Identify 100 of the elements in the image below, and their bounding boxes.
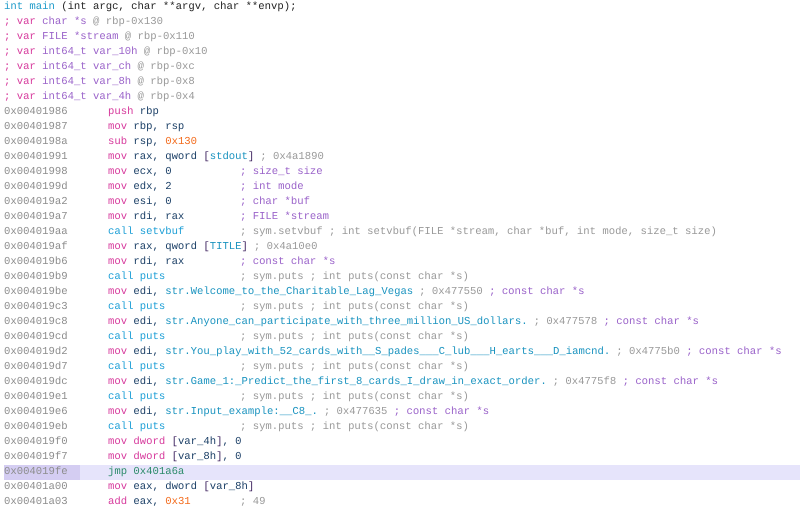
instruction: mov dword [var_8h], 0 [108, 450, 242, 465]
code-comment: ; const char *s [240, 255, 336, 270]
listing-row[interactable]: 0x004019a2 mov esi, 0 ; char *buf [4, 195, 800, 210]
address: 0x004019d2 [4, 345, 69, 360]
address: 0x00401a03 [4, 495, 69, 506]
instruction: mov edi, str.Input_example:__C8_. [108, 405, 318, 420]
listing-row[interactable]: 0x004019a7 mov rdi, rax ; FILE *stream [4, 210, 800, 225]
listing-row[interactable]: 0x004019f0 mov dword [var_4h], 0 [4, 435, 800, 450]
instruction: mov rdi, rax [108, 210, 186, 225]
instruction: call puts [108, 420, 166, 435]
code-comment: ; 49 [240, 495, 266, 506]
code-comment: ; char *buf [240, 195, 310, 210]
instruction: call puts [108, 300, 166, 315]
instruction: call puts [108, 270, 166, 285]
listing-row[interactable]: 0x004019b6 mov rdi, rax ; const char *s [4, 255, 800, 270]
code-comment: ; 0x4775f8 ; const char *s [552, 375, 718, 390]
variable-comment: ; var int64_t var_ch @ rbp-0xc [4, 60, 196, 75]
listing-row[interactable]: 0x004019d2 mov edi, str.You_play_with_52_cards_with__S_pades___C_lub___H_earts___D_iamcnd. ; 0x4775b0 ; const char *s [4, 345, 800, 360]
address: 0x00401a00 [4, 480, 69, 495]
listing-row[interactable]: 0x004019e6 mov edi, str.Input_example:__C8_. ; 0x477635 ; const char *s [4, 405, 800, 420]
listing-row[interactable]: 0x0040198a sub rsp, 0x130 [4, 135, 800, 150]
listing-row[interactable]: 0x0040199d mov edx, 2 ; int mode [4, 180, 800, 195]
instruction: mov dword [var_4h], 0 [108, 435, 242, 450]
instruction: mov edx, 2 [108, 180, 173, 195]
address: 0x004019b9 [4, 270, 69, 285]
address: 0x0040198a [4, 135, 69, 150]
address: 0x004019c3 [4, 300, 69, 315]
address: 0x00401991 [4, 150, 69, 165]
instruction: mov rbp, rsp [108, 120, 186, 135]
listing-row[interactable]: 0x004019dc mov edi, str.Game_1:_Predict_the_first_8_cards_I_draw_in_exact_order. ; 0x4775f8 ; const char *s [4, 375, 800, 390]
variable-comment: ; var int64_t var_4h @ rbp-0x4 [4, 90, 196, 105]
address: 0x004019c8 [4, 315, 69, 330]
code-comment: ; sym.puts ; int puts(const char *s) [240, 270, 469, 285]
instruction: mov esi, 0 [108, 195, 173, 210]
instruction: call puts [108, 330, 166, 345]
variable-comment: ; var char *s @ rbp-0x130 [4, 15, 164, 30]
code-comment: ; 0x477578 ; const char *s [534, 315, 699, 330]
variable-comment: ; var int64_t var_8h @ rbp-0x8 [4, 75, 196, 90]
address: 0x004019a7 [4, 210, 69, 225]
code-comment: ; sym.puts ; int puts(const char *s) [240, 300, 469, 315]
listing-row[interactable]: 0x00401986 push rbp [4, 105, 800, 120]
variable-comment: ; var int64_t var_10h @ rbp-0x10 [4, 45, 208, 60]
code-comment: ; FILE *stream [240, 210, 330, 225]
code-comment: ; int mode [240, 180, 304, 195]
instruction: mov edi, str.Anyone_can_participate_with_three_million_US_dollars. [108, 315, 528, 330]
listing-row[interactable]: 0x00401998 mov ecx, 0 ; size_t size [4, 165, 800, 180]
instruction: call setvbuf [108, 225, 186, 240]
address: 0x004019af [4, 240, 69, 255]
address: 0x004019eb [4, 420, 69, 435]
address: 0x004019f7 [4, 450, 69, 465]
variable-comment: ; var FILE *stream @ rbp-0x110 [4, 30, 196, 45]
address: 0x004019a2 [4, 195, 69, 210]
address: 0x004019e1 [4, 390, 69, 405]
instruction: mov edi, str.Game_1:_Predict_the_first_8_cards_I_draw_in_exact_order. [108, 375, 547, 390]
code-comment: ; sym.puts ; int puts(const char *s) [240, 390, 469, 405]
listing-row[interactable]: 0x004019c8 mov edi, str.Anyone_can_participate_with_three_million_US_dollars. ; 0x477578 ; const char *s [4, 315, 800, 330]
address: 0x004019aa [4, 225, 69, 240]
address: 0x00401998 [4, 165, 69, 180]
function-signature: int main (int argc, char **argv, char **envp); [4, 0, 298, 15]
code-comment: ; sym.setvbuf ; int setvbuf(FILE *stream, char *buf, int mode, size_t size) [240, 225, 717, 240]
instruction: mov eax, dword [var_8h] [108, 480, 254, 495]
code-comment: ; sym.puts ; int puts(const char *s) [240, 330, 469, 345]
address: 0x004019be [4, 285, 69, 300]
listing-row[interactable]: 0x00401987 mov rbp, rsp [4, 120, 800, 135]
address: 0x004019cd [4, 330, 69, 345]
address: 0x004019fe [4, 465, 80, 480]
listing-row[interactable]: 0x004019f7 mov dword [var_8h], 0 [4, 450, 800, 465]
instruction: mov edi, str.You_play_with_52_cards_with__S_pades___C_lub___H_earts___D_iamcnd. [108, 345, 610, 360]
listing-row[interactable]: 0x00401a03 add eax, 0x31 ; 49 [4, 495, 800, 506]
address: 0x004019d7 [4, 360, 69, 375]
code-comment: ; 0x4a10e0 [254, 240, 318, 255]
listing-row[interactable]: 0x004019be mov edi, str.Welcome_to_the_Charitable_Lag_Vegas ; 0x477550 ; const char *s [4, 285, 800, 300]
address: 0x0040199d [4, 180, 69, 195]
code-comment: ; 0x477550 ; const char *s [419, 285, 584, 300]
code-comment: ; 0x4775b0 ; const char *s [616, 345, 782, 360]
listing-row[interactable]: 0x00401991 mov rax, qword [stdout] ; 0x4a1890 [4, 150, 800, 165]
instruction: mov rax, qword [stdout] [108, 150, 254, 165]
instruction: sub rsp, 0x130 [108, 135, 198, 150]
code-comment: ; 0x477635 ; const char *s [324, 405, 490, 420]
code-comment: ; sym.puts ; int puts(const char *s) [240, 420, 469, 435]
address: 0x00401986 [4, 105, 69, 120]
address: 0x00401987 [4, 120, 69, 135]
instruction: call puts [108, 360, 166, 375]
instruction: mov ecx, 0 [108, 165, 173, 180]
address: 0x004019f0 [4, 435, 69, 450]
listing-row[interactable]: 0x00401a00 mov eax, dword [var_8h] [4, 480, 800, 495]
address: 0x004019dc [4, 375, 69, 390]
address: 0x004019b6 [4, 255, 69, 270]
instruction: jmp 0x401a6a [108, 465, 186, 480]
instruction: call puts [108, 390, 166, 405]
instruction: add eax, 0x31 [108, 495, 192, 506]
instruction: mov rdi, rax [108, 255, 186, 270]
address: 0x004019e6 [4, 405, 69, 420]
instruction: push rbp [108, 105, 160, 120]
instruction: mov rax, qword [TITLE] [108, 240, 248, 255]
code-comment: ; size_t size [240, 165, 323, 180]
instruction: mov edi, str.Welcome_to_the_Charitable_Lag_Vegas [108, 285, 414, 300]
listing-row[interactable]: 0x004019af mov rax, qword [TITLE] ; 0x4a10e0 [4, 240, 800, 255]
code-comment: ; sym.puts ; int puts(const char *s) [240, 360, 469, 375]
code-comment: ; 0x4a1890 [260, 150, 324, 165]
